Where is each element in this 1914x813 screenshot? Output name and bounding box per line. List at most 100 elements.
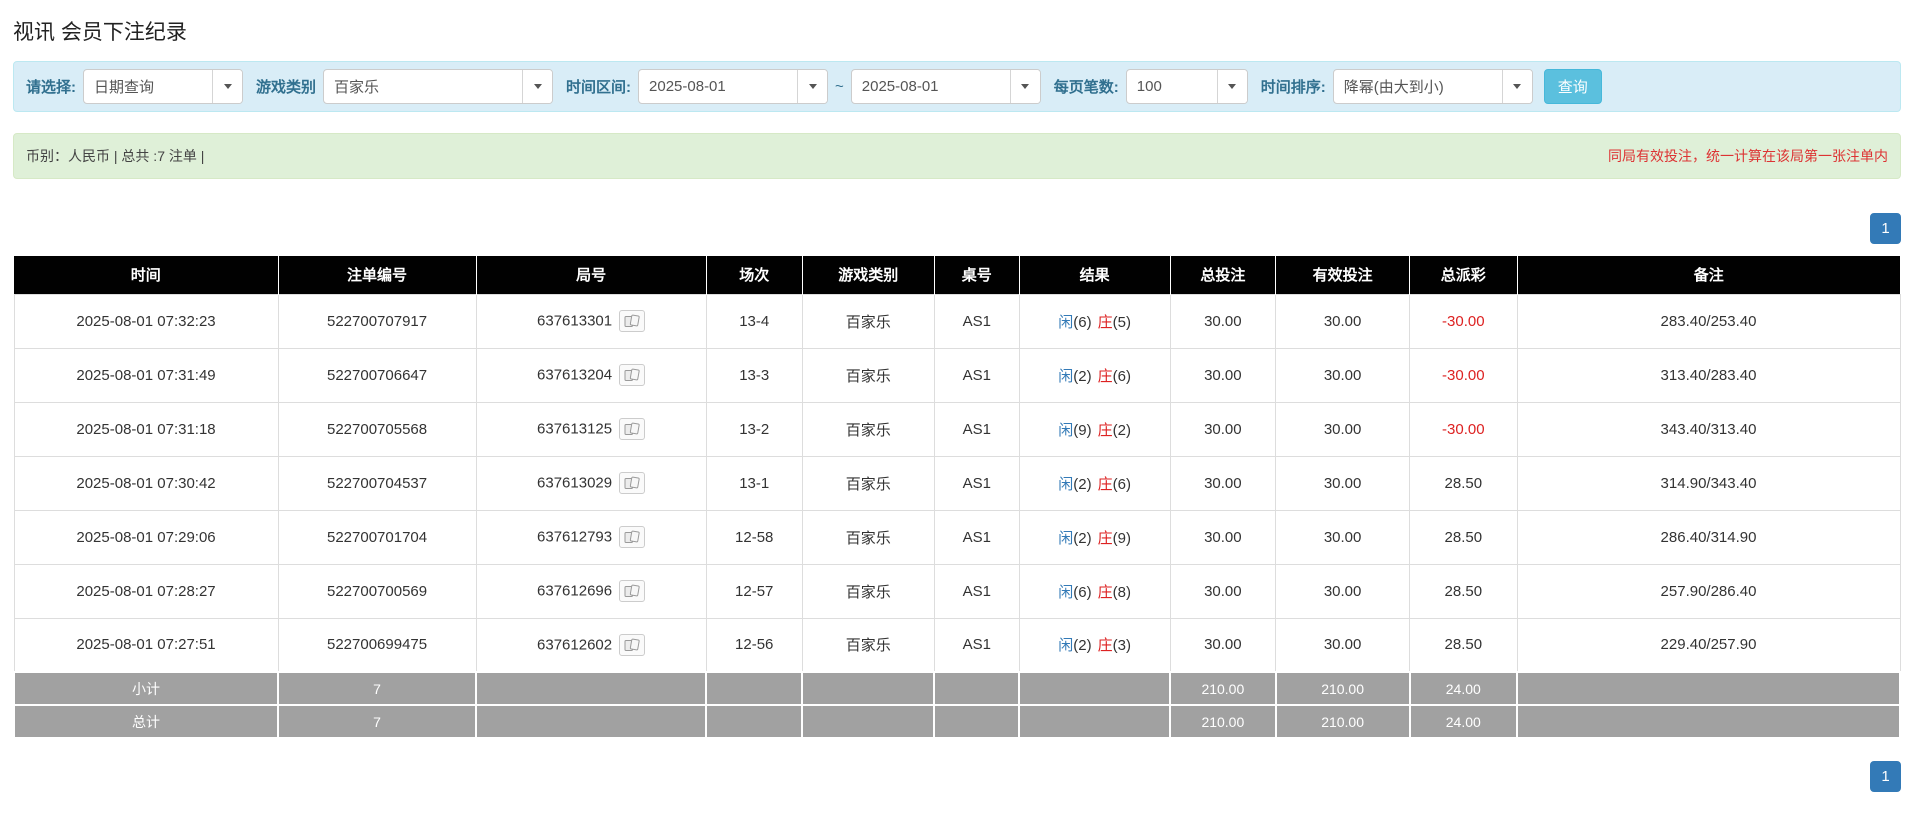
result-banker-label: 庄 [1097, 637, 1113, 655]
total-empty-game [801, 704, 936, 739]
result-player-points: (2) [1073, 367, 1092, 385]
result-banker-points: (3) [1112, 637, 1131, 655]
cell-round-id: 637613301 [475, 293, 707, 349]
subtotal-label: 小计 [12, 671, 280, 706]
cell-bet-id: 522700706647 [277, 347, 477, 403]
result-banker-label: 庄 [1097, 421, 1113, 439]
round-result-icon[interactable] [619, 633, 646, 656]
cell-table-no: AS1 [933, 509, 1020, 565]
pagination-top-page-1[interactable]: 1 [1870, 213, 1901, 244]
result-banker-label: 庄 [1097, 583, 1113, 601]
cell-table-no: AS1 [933, 401, 1020, 457]
result-banker-points: (2) [1112, 421, 1131, 439]
subtotal-row: 小计 7 210.00 210.00 24.00 [12, 671, 1901, 706]
cell-game-type: 百家乐 [801, 293, 935, 349]
round-result-icon[interactable] [619, 526, 646, 548]
total-payout: 24.00 [1408, 704, 1519, 739]
cell-result: 闲(6) 庄(5) [1018, 293, 1171, 349]
result-banker-points: (6) [1112, 475, 1131, 493]
game-type-dropdown-toggle[interactable] [522, 70, 553, 103]
pagination-top: 1 [13, 213, 1901, 244]
cell-remark: 314.90/343.40 [1516, 455, 1901, 511]
date-from-value[interactable] [639, 70, 798, 103]
cell-game-type: 百家乐 [801, 617, 935, 673]
cell-time: 2025-08-01 07:29:06 [13, 509, 279, 565]
cell-table-no: AS1 [933, 455, 1020, 511]
query-type-label: 请选择: [26, 79, 76, 96]
caret-down-icon [1021, 84, 1030, 89]
time-sort-label: 时间排序: [1260, 79, 1326, 96]
date-to-value[interactable] [851, 70, 1010, 103]
table-row: 2025-08-01 07:30:42 522700704537 6376130… [13, 455, 1901, 511]
cell-round-id: 637612602 [475, 617, 707, 673]
cell-remark: 257.90/286.40 [1516, 563, 1901, 619]
cell-valid-bet: 30.00 [1275, 617, 1411, 673]
total-empty-result [1018, 704, 1172, 739]
page-size-dropdown-toggle[interactable] [1216, 70, 1247, 103]
cell-total-bet[interactable]: 30.00 [1169, 347, 1277, 403]
total-valid-bet: 210.00 [1274, 704, 1411, 739]
cell-total-bet[interactable]: 30.00 [1169, 617, 1277, 673]
round-result-icon[interactable] [619, 310, 646, 332]
cell-result: 闲(2) 庄(6) [1018, 455, 1171, 511]
header-bet-id: 注单编号 [278, 256, 477, 294]
table-row: 2025-08-01 07:28:27 522700700569 6376126… [13, 563, 1901, 619]
result-banker-label: 庄 [1097, 313, 1113, 331]
filter-bar: 请选择: 游戏类别 时间区间: ~ 每页笔数: 时间排序: [13, 61, 1901, 112]
round-result-icon[interactable] [619, 418, 646, 440]
header-table-no: 桌号 [934, 256, 1020, 294]
total-empty-round [475, 704, 708, 739]
cell-total-bet[interactable]: 30.00 [1169, 401, 1277, 457]
cell-total-bet[interactable]: 30.00 [1169, 455, 1277, 511]
result-player-label: 闲 [1058, 583, 1074, 601]
search-button[interactable]: 查询 [1543, 69, 1602, 104]
subtotal-empty-remark [1516, 671, 1901, 706]
cell-total-bet[interactable]: 30.00 [1169, 563, 1277, 619]
date-from-dropdown-toggle[interactable] [797, 70, 828, 103]
cell-total-bet[interactable]: 30.00 [1169, 509, 1277, 565]
cell-table-no: AS1 [933, 293, 1020, 349]
caret-down-icon [808, 84, 817, 89]
date-to-select [850, 69, 1041, 104]
bet-records-table: 时间 注单编号 局号 场次 游戏类别 桌号 结果 总投注 有效投注 总派彩 备注… [12, 256, 1901, 739]
cell-remark: 286.40/314.90 [1516, 509, 1901, 565]
round-id-text: 637612602 [537, 636, 613, 654]
round-result-icon[interactable] [619, 364, 646, 386]
cell-session: 13-1 [705, 455, 803, 511]
table-row: 2025-08-01 07:32:23 522700707917 6376133… [13, 293, 1901, 349]
cell-bet-id: 522700707917 [277, 293, 477, 349]
page-size-value[interactable] [1126, 70, 1217, 103]
game-type-value[interactable] [324, 70, 523, 103]
round-result-icon[interactable] [619, 580, 646, 602]
cell-session: 13-2 [705, 401, 803, 457]
total-label: 总计 [12, 704, 280, 739]
query-type-dropdown-toggle[interactable] [212, 70, 242, 103]
header-session: 场次 [706, 256, 803, 294]
result-banker-label: 庄 [1097, 529, 1113, 547]
round-result-icon[interactable] [619, 472, 646, 494]
header-result: 结果 [1019, 256, 1171, 294]
cell-total-bet[interactable]: 30.00 [1169, 293, 1277, 349]
round-id-text: 637613125 [537, 420, 613, 438]
subtotal-empty-round [475, 671, 708, 706]
time-sort-dropdown-toggle[interactable] [1501, 70, 1532, 103]
table-row: 2025-08-01 07:29:06 522700701704 6376127… [13, 509, 1901, 565]
summary-info: 币别：人民币 | 总共 :7 注单 | [26, 148, 205, 164]
header-payout: 总派彩 [1409, 256, 1518, 294]
time-sort-value[interactable] [1333, 70, 1502, 103]
total-total-bet: 210.00 [1169, 704, 1277, 739]
cell-game-type: 百家乐 [801, 563, 935, 619]
date-to-dropdown-toggle[interactable] [1009, 70, 1040, 103]
pagination-bottom-page-1[interactable]: 1 [1870, 761, 1901, 792]
query-type-value[interactable] [84, 70, 212, 103]
caret-down-icon [1228, 84, 1237, 89]
header-valid-bet: 有效投注 [1275, 256, 1411, 294]
result-player-points: (2) [1073, 529, 1092, 547]
page-size-select [1125, 69, 1248, 104]
result-player-points: (9) [1073, 421, 1092, 439]
result-banker-points: (5) [1112, 313, 1131, 331]
cell-payout: 28.50 [1409, 617, 1518, 673]
round-id-text: 637612793 [537, 528, 613, 546]
result-player-label: 闲 [1058, 421, 1074, 439]
table-body: 2025-08-01 07:32:23 522700707917 6376133… [13, 293, 1901, 673]
